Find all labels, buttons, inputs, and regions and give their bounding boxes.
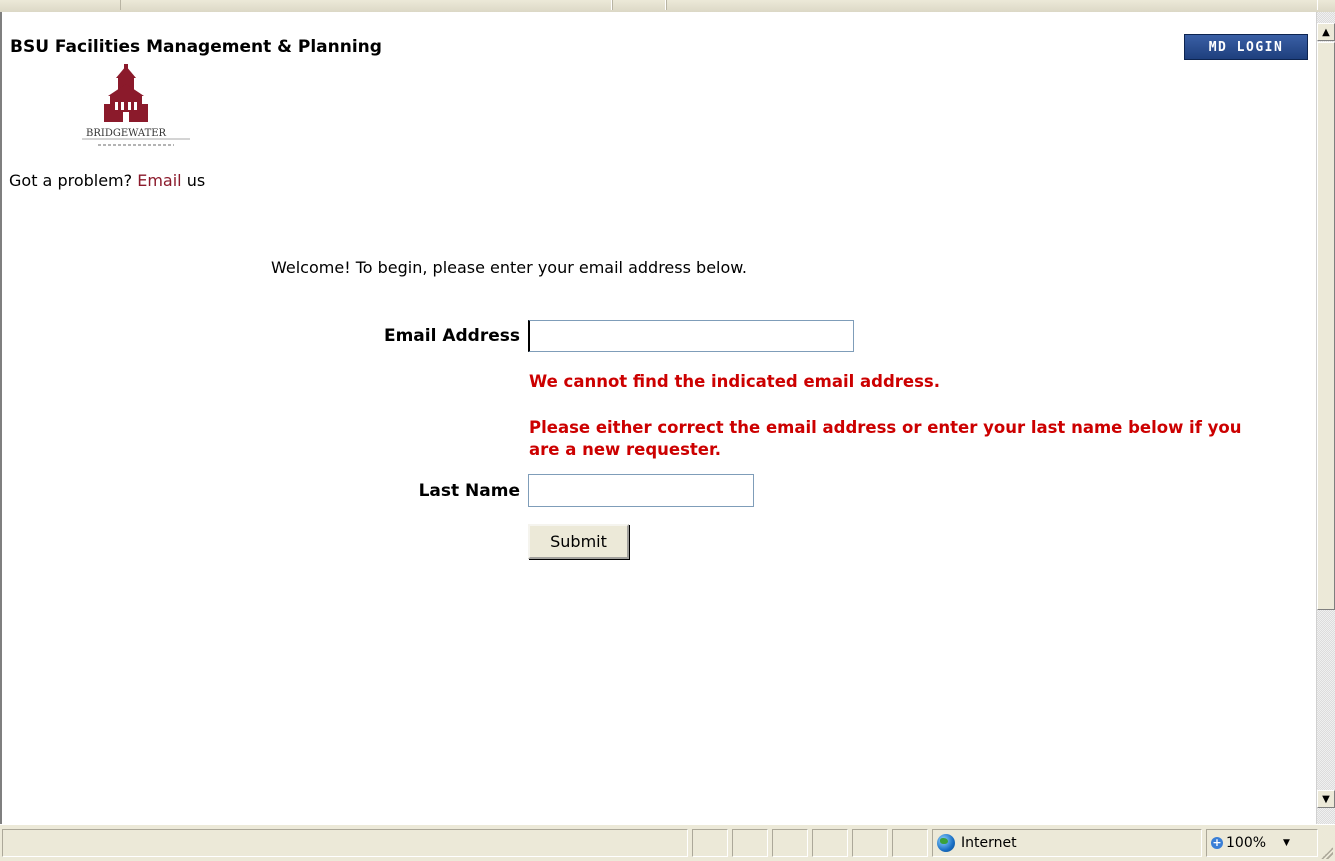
status-pane: [892, 829, 928, 857]
scroll-down-arrow-icon[interactable]: ▼: [1317, 790, 1335, 808]
site-title: BSU Facilities Management & Planning: [10, 37, 382, 57]
zoom-icon: +: [1211, 836, 1223, 849]
email-label: Email Address: [383, 326, 520, 346]
status-pane: [812, 829, 848, 857]
status-pane: [692, 829, 728, 857]
logo-text: BRIDGEWATER: [86, 128, 167, 139]
email-us-link[interactable]: Email: [137, 171, 181, 190]
toolbar-segment: [666, 0, 1318, 10]
bridgewater-logo: BRIDGEWATER: [82, 64, 190, 146]
error-not-found: We cannot find the indicated email addre…: [529, 372, 941, 391]
status-text-pane: [2, 829, 688, 857]
zoom-control[interactable]: + 100% ▼: [1206, 829, 1318, 857]
scroll-up-arrow-icon[interactable]: ▲: [1317, 23, 1335, 41]
help-suffix: us: [186, 171, 206, 190]
error-instructions: Please either correct the email address …: [529, 418, 1242, 459]
zoom-level: 100%: [1226, 835, 1267, 851]
zone-label: Internet: [961, 835, 1017, 851]
welcome-message: Welcome! To begin, please enter your ema…: [271, 258, 747, 277]
chevron-down-icon[interactable]: ▼: [1283, 838, 1290, 848]
resize-grip-icon[interactable]: [1321, 847, 1333, 859]
toolbar-segment: [612, 0, 666, 10]
email-input[interactable]: [528, 320, 854, 352]
status-pane: [852, 829, 888, 857]
md-login-button[interactable]: MD LOGIN: [1184, 34, 1308, 60]
toolbar-segment: [120, 0, 612, 10]
last-name-label: Last Name: [418, 481, 520, 501]
help-prefix: Got a problem?: [9, 171, 133, 190]
status-bar: Internet + 100% ▼: [0, 824, 1335, 861]
last-name-input[interactable]: [528, 474, 754, 507]
status-pane: [772, 829, 808, 857]
vertical-scrollbar[interactable]: ▲ ▼: [1316, 12, 1335, 824]
globe-icon: [937, 834, 955, 852]
help-line: Got a problem? Email us: [9, 171, 205, 190]
page-content: BSU Facilities Management & Planning MD …: [2, 12, 1316, 824]
status-pane: [732, 829, 768, 857]
submit-button[interactable]: Submit: [528, 524, 629, 559]
security-zone[interactable]: Internet: [932, 829, 1202, 857]
scrollbar-thumb[interactable]: [1317, 42, 1335, 610]
